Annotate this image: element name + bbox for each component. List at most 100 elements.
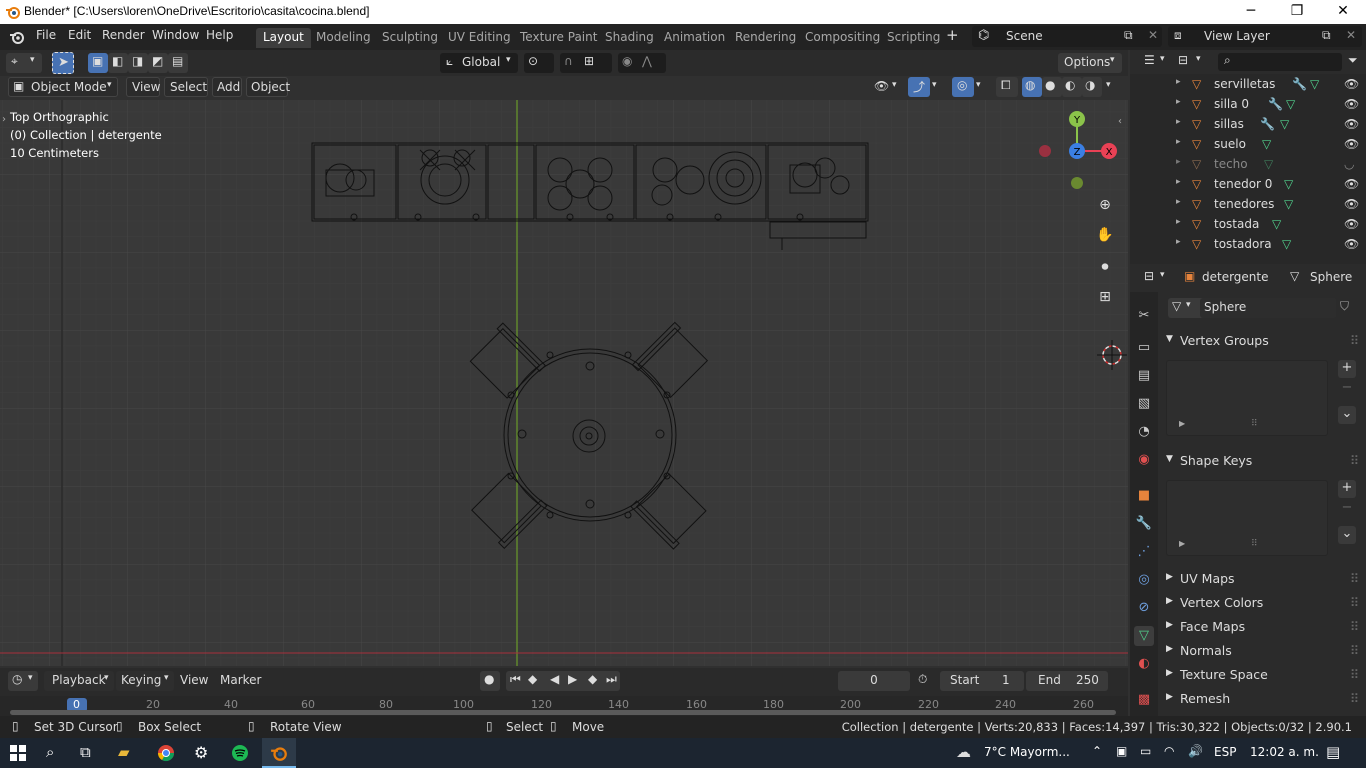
sidebar-toggle-arrow-icon[interactable]: ‹ [1118,116,1122,127]
scene-close-icon[interactable]: ✕ [1148,28,1158,42]
play-icon[interactable]: ▶ [568,672,577,686]
eye-icon[interactable]: 👁 [1344,217,1359,231]
timeline-editor-type-button[interactable]: ◷ ▾ [8,671,38,691]
mesh-data-tab-icon[interactable]: ▽ [1134,626,1154,646]
drag-handle-icon[interactable]: ⠿ [1350,643,1359,658]
scene-tab-icon[interactable]: ◔ [1134,422,1154,442]
expand-arrow-icon[interactable]: ▸ [1176,177,1181,187]
blender-menu-icon[interactable] [9,29,25,45]
xray-toggle[interactable]: ⧠ [996,77,1018,97]
select-mode-extend-button[interactable]: ◧ [108,53,128,73]
tab-rendering[interactable]: Rendering [728,28,803,48]
vertex-groups-panel-header[interactable]: ▼ Vertex Groups ⠿ [1164,330,1360,352]
outliner-item-silla-0[interactable]: ▸ ▽ silla 0 🔧 ▽ 👁 [1130,94,1366,114]
tab-uv-editing[interactable]: UV Editing [441,28,518,48]
face-maps-panel-header[interactable]: ▶ Face Maps ⠿ [1164,616,1360,638]
gizmo-neg-y-handle[interactable] [1071,177,1083,189]
eye-icon[interactable]: 👁 [1344,77,1359,91]
chevron-down-icon[interactable]: ▾ [1196,54,1201,64]
outliner-item-servilletas[interactable]: ▸ ▽ servilletas 🔧 ▽ 👁 [1130,74,1366,94]
battery-icon[interactable]: ▭ [1140,744,1151,758]
solid-shading-button[interactable]: ● [1042,77,1062,97]
marker-menu[interactable]: Marker [216,671,262,691]
transform-orientation-dropdown[interactable]: ⟀ Global ▾ [440,53,518,73]
chevron-down-icon[interactable]: ▾ [892,80,897,90]
toolbar-toggle-arrow-icon[interactable]: › [2,114,6,125]
outliner-item-tenedor-0[interactable]: ▸ ▽ tenedor 0 ▽ 👁 [1130,174,1366,194]
camera-icon[interactable]: ⏺ [1094,256,1116,278]
menu-window[interactable]: Window [152,28,199,42]
overlays-toggle[interactable]: ◎ [952,77,974,97]
drag-handle-icon[interactable]: ⠿ [1350,619,1359,634]
view-menu[interactable]: View [126,77,160,97]
output-tab-icon[interactable]: ▤ [1134,366,1154,386]
eye-icon[interactable]: 👁 [1344,237,1359,251]
drag-handle-icon[interactable]: ⠿ [1350,667,1359,682]
hand-pan-icon[interactable]: ✋ [1094,224,1116,246]
eye-closed-icon[interactable]: ◡ [1344,157,1354,171]
eye-icon[interactable]: 👁 [1344,117,1359,131]
pivot-point-dropdown[interactable]: ⊙ [524,53,554,73]
object-tab-icon[interactable]: ■ [1134,486,1154,506]
modifier-tab-icon[interactable]: 🔧 [1134,514,1154,534]
texture-tab-icon[interactable]: ▩ [1134,690,1154,710]
wifi-icon[interactable]: ◠ [1164,744,1174,758]
jump-start-icon[interactable]: ⏮ [510,672,521,687]
notifications-icon[interactable]: ▤ [1326,743,1340,761]
chrome-icon[interactable] [157,744,175,762]
snap-increment-icon[interactable]: ⊞ [584,54,594,68]
tab-scripting[interactable]: Scripting [880,28,947,48]
expand-arrow-icon[interactable]: ▸ [1176,217,1181,227]
tray-chevron-up-icon[interactable]: ⌃ [1092,744,1102,758]
material-tab-icon[interactable]: ◐ [1134,654,1154,674]
physics-tab-icon[interactable]: ◎ [1134,570,1154,590]
prev-keyframe-icon[interactable]: ◆ [528,672,537,686]
snapping-group[interactable]: ∩ ⊞ [560,53,612,73]
chevron-down-icon[interactable]: ▾ [932,80,937,90]
play-reverse-icon[interactable]: ◀ [550,672,559,686]
outliner-editor-icon[interactable]: ☰ [1144,53,1155,67]
mode-dropdown[interactable]: ▣ Object Mode ▾ [8,77,118,97]
eye-icon[interactable]: 👁 [1344,177,1359,191]
remesh-panel-header[interactable]: ▶ Remesh ⠿ [1164,688,1360,710]
add-shape-key-button[interactable]: + [1338,480,1356,498]
drag-handle-icon[interactable]: ⠿ [1350,691,1359,706]
editor-type-button[interactable]: ⌖ ▾ [6,53,42,73]
search-icon[interactable]: ⌕ [46,743,54,761]
options-dropdown[interactable]: Options ▾ [1058,53,1122,73]
chevron-down-icon[interactable]: ▾ [1160,270,1165,280]
outliner-item-tenedores[interactable]: ▸ ▽ tenedores ▽ 👁 [1130,194,1366,214]
grid-ortho-icon[interactable]: ⊞ [1094,286,1116,308]
3d-viewport[interactable]: Y X Z Top Orthographic (0) Collection | … [0,100,1128,666]
object-menu[interactable]: Object [246,77,290,97]
zoom-icon[interactable]: ⊕ [1094,194,1116,216]
mesh-name-field[interactable]: Sphere [1200,298,1336,318]
shape-key-specials-button[interactable]: ⌄ [1338,526,1356,544]
outliner-item-tostadora[interactable]: ▸ ▽ tostadora ▽ 👁 [1130,234,1366,254]
shape-keys-panel-header[interactable]: ▼ Shape Keys ⠿ [1164,450,1360,472]
view-layer-selector[interactable]: ⧈ View Layer ⧉ ✕ [1168,26,1362,47]
wireframe-shading-button[interactable]: ◍ [1022,77,1042,97]
tab-modeling[interactable]: Modeling [309,28,378,48]
add-workspace-button[interactable]: + [946,26,959,44]
view-layer-close-icon[interactable]: ✕ [1346,28,1356,42]
add-vertex-group-button[interactable]: + [1338,360,1356,378]
expand-arrow-icon[interactable]: ▸ [1176,77,1181,87]
render-tab-icon[interactable]: ▭ [1134,338,1154,358]
outliner-search-input[interactable]: ⌕ [1218,53,1342,71]
start-frame-field[interactable]: Start 1 [940,671,1024,691]
outliner-item-suelo[interactable]: ▸ ▽ suelo ▽ 👁 [1130,134,1366,154]
chevron-down-icon[interactable]: ▾ [1160,54,1165,64]
tab-compositing[interactable]: Compositing [798,28,887,48]
menu-help[interactable]: Help [206,28,233,42]
tab-animation[interactable]: Animation [657,28,732,48]
display-mode-icon[interactable]: ⊟ [1178,53,1188,67]
menu-file[interactable]: File [36,28,56,42]
magnet-icon[interactable]: ∩ [564,54,573,68]
end-frame-field[interactable]: End 250 [1026,671,1108,691]
gizmo-toggle[interactable]: ⤴ [908,77,930,97]
menu-render[interactable]: Render [102,28,145,42]
file-explorer-icon[interactable]: ▰ [118,743,130,761]
tab-sculpting[interactable]: Sculpting [375,28,445,48]
windows-start-icon[interactable] [10,745,26,761]
